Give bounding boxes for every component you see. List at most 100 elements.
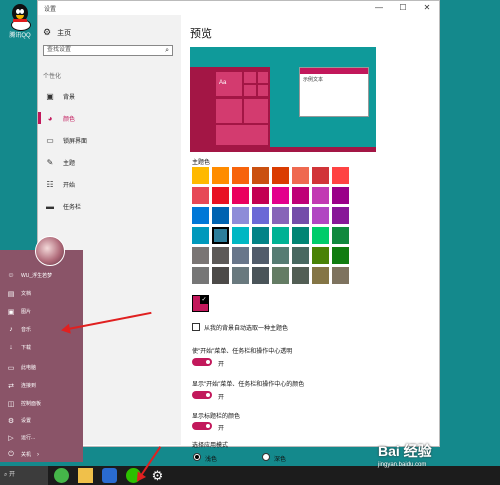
color-swatch[interactable]	[292, 227, 309, 244]
start-item-control-panel[interactable]: ◫ 控制面板	[0, 395, 83, 412]
color-swatch[interactable]	[192, 267, 209, 284]
settings-search-input[interactable]: 查找设置 ⌕	[43, 45, 173, 56]
color-swatch[interactable]	[332, 247, 349, 264]
color-swatch[interactable]	[292, 267, 309, 284]
gear-icon[interactable]: ⚙	[150, 468, 165, 483]
color-swatch[interactable]	[272, 187, 289, 204]
color-swatch[interactable]	[312, 267, 329, 284]
title-bar-color-toggle[interactable]	[192, 422, 212, 430]
sidebar-item-label: 锁屏界面	[63, 138, 88, 145]
preview-window-text: 示例文本	[303, 77, 324, 83]
sidebar-item-colors[interactable]: ◕ 颜色	[38, 109, 181, 127]
color-swatch[interactable]	[192, 227, 209, 244]
color-swatch[interactable]	[252, 207, 269, 224]
start-item-user[interactable]: ☺ WU_浮生若梦	[0, 267, 83, 284]
start-item-documents[interactable]: ▤ 文档	[0, 285, 83, 302]
start-item-connect[interactable]: ⇄ 连接到	[0, 377, 83, 394]
color-swatch[interactable]	[192, 207, 209, 224]
checkmark-icon: ✓	[200, 296, 208, 304]
color-swatch[interactable]	[292, 247, 309, 264]
sidebar-item-themes[interactable]: ✎ 主题	[38, 153, 181, 171]
start-item-downloads[interactable]: ↓ 下载	[0, 339, 83, 356]
start-item-label: 下载	[21, 345, 32, 351]
taskbar-search[interactable]: ⌕ 开	[0, 466, 48, 485]
color-swatch[interactable]	[332, 227, 349, 244]
color-swatch[interactable]	[192, 167, 209, 184]
color-swatch[interactable]	[212, 267, 229, 284]
color-swatch[interactable]	[312, 227, 329, 244]
color-swatch[interactable]	[312, 207, 329, 224]
dark-mode-radio[interactable]	[262, 453, 270, 461]
color-swatch[interactable]	[212, 207, 229, 224]
color-swatch[interactable]	[292, 187, 309, 204]
start-icon: ☷	[46, 179, 54, 189]
light-mode-label: 浅色	[205, 457, 218, 463]
color-swatch[interactable]	[232, 207, 249, 224]
title-bar[interactable]: 设置 — ☐ ✕	[38, 1, 439, 15]
minimize-button[interactable]: —	[367, 1, 391, 15]
start-item-label: 控制面板	[21, 401, 42, 407]
color-swatch[interactable]	[332, 167, 349, 184]
color-swatch[interactable]	[272, 207, 289, 224]
color-swatch[interactable]	[232, 227, 249, 244]
browser-app-icon[interactable]	[54, 468, 69, 483]
close-button[interactable]: ✕	[415, 1, 439, 15]
auto-pick-checkbox[interactable]	[192, 323, 200, 331]
file-explorer-icon[interactable]	[78, 468, 93, 483]
color-swatch[interactable]	[232, 267, 249, 284]
avatar[interactable]	[35, 236, 65, 266]
start-item-label: 此电脑	[21, 365, 37, 371]
color-swatch[interactable]	[252, 187, 269, 204]
show-color-toggle[interactable]	[192, 391, 212, 399]
color-swatch[interactable]	[232, 247, 249, 264]
color-swatch[interactable]	[332, 207, 349, 224]
start-item-run[interactable]: ▷ 运行...	[0, 429, 83, 446]
color-swatch[interactable]	[312, 167, 329, 184]
color-swatch[interactable]	[332, 187, 349, 204]
color-swatch[interactable]	[212, 247, 229, 264]
color-swatch[interactable]	[252, 247, 269, 264]
taskbar-icon: ▬	[46, 201, 54, 211]
image-icon: ▣	[46, 91, 54, 101]
color-swatch[interactable]	[232, 167, 249, 184]
start-item-label: 连接到	[21, 383, 37, 389]
color-swatch[interactable]	[292, 207, 309, 224]
start-item-shutdown[interactable]: ⏻ 关机 ›	[0, 446, 83, 463]
color-swatch[interactable]	[272, 267, 289, 284]
sidebar-item-taskbar[interactable]: ▬ 任务栏	[38, 197, 181, 215]
color-swatch[interactable]	[252, 227, 269, 244]
start-item-pictures[interactable]: ▣ 图片	[0, 303, 83, 320]
color-swatch[interactable]	[252, 267, 269, 284]
start-item-settings[interactable]: ⚙ 设置	[0, 412, 83, 429]
sidebar-item-label: 任务栏	[63, 204, 82, 211]
color-swatch[interactable]	[312, 187, 329, 204]
color-swatch[interactable]	[272, 167, 289, 184]
nav-home[interactable]: ⚙ 主页	[43, 27, 71, 38]
color-swatch[interactable]	[212, 227, 229, 244]
color-swatch[interactable]	[212, 167, 229, 184]
sidebar-item-start[interactable]: ☷ 开始	[38, 175, 181, 193]
color-swatch[interactable]	[332, 267, 349, 284]
control-panel-icon: ◫	[7, 400, 15, 408]
color-swatch[interactable]	[312, 247, 329, 264]
desktop-qq-shortcut[interactable]: 腾讯QQ	[4, 4, 36, 39]
app-icon[interactable]	[102, 468, 117, 483]
dark-mode-label: 深色	[274, 457, 287, 463]
preview-tile-text: Aa	[219, 80, 227, 86]
light-mode-radio[interactable]	[193, 453, 201, 461]
color-swatch[interactable]	[212, 187, 229, 204]
color-swatch[interactable]	[192, 187, 209, 204]
sidebar-item-background[interactable]: ▣ 背景	[38, 87, 181, 105]
color-swatch[interactable]	[272, 227, 289, 244]
transparency-toggle[interactable]	[192, 358, 212, 366]
start-item-this-pc[interactable]: ▭ 此电脑	[0, 359, 83, 376]
sidebar-item-lock-screen[interactable]: ▭ 锁屏界面	[38, 131, 181, 149]
color-swatch[interactable]	[292, 167, 309, 184]
custom-color-swatch[interactable]: ✓	[192, 295, 209, 312]
auto-pick-label: 从我的背景自动选取一种主题色	[204, 326, 289, 332]
color-swatch[interactable]	[192, 247, 209, 264]
color-swatch[interactable]	[232, 187, 249, 204]
maximize-button[interactable]: ☐	[391, 1, 415, 15]
color-swatch[interactable]	[272, 247, 289, 264]
color-swatch[interactable]	[252, 167, 269, 184]
